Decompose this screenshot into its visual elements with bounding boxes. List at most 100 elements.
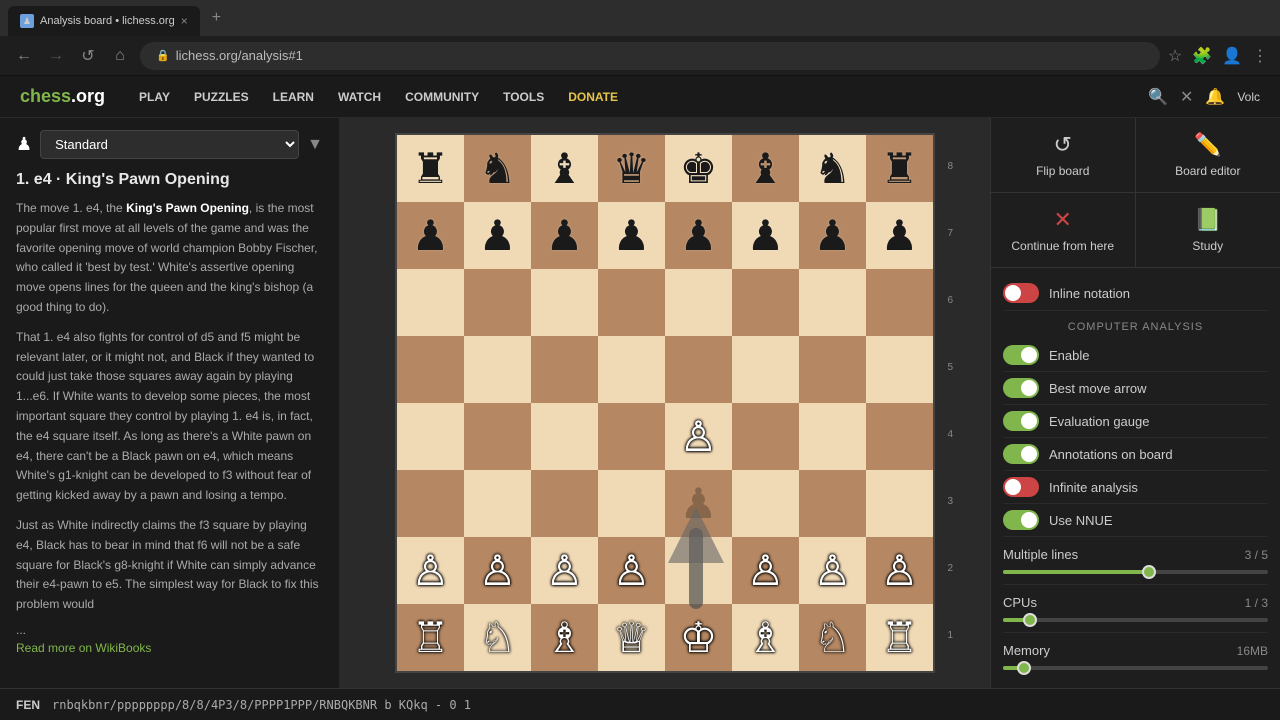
chess-board[interactable]: ♜♞♝♛♚♝♞♜♟♟♟♟♟♟♟♟♙♟♙♙♙♙♙♙♙♖♘♗♕♔♗♘♖ <box>395 133 935 673</box>
chess-square[interactable]: ♙ <box>464 537 531 604</box>
chess-square[interactable] <box>799 269 866 336</box>
infinite-toggle[interactable] <box>1003 477 1039 497</box>
chess-square[interactable]: ♟ <box>866 202 933 269</box>
new-tab-button[interactable]: + <box>204 5 229 31</box>
chess-square[interactable] <box>531 403 598 470</box>
board-editor-button[interactable]: ✏️ Board editor <box>1136 118 1280 192</box>
chess-square[interactable] <box>665 336 732 403</box>
nav-puzzles[interactable]: PUZZLES <box>184 85 259 109</box>
best-move-toggle[interactable] <box>1003 378 1039 398</box>
chess-square[interactable]: ♙ <box>598 537 665 604</box>
notification-icon[interactable]: 🔔 <box>1205 87 1225 107</box>
chess-square[interactable] <box>665 537 732 604</box>
chess-square[interactable] <box>598 403 665 470</box>
chess-square[interactable]: ♟ <box>665 470 732 537</box>
chess-square[interactable]: ♖ <box>866 604 933 671</box>
read-more-link[interactable]: Read more on WikiBooks <box>16 641 323 655</box>
study-button[interactable]: 📗 Study <box>1136 192 1280 267</box>
chess-square[interactable]: ♗ <box>732 604 799 671</box>
chess-square[interactable]: ♙ <box>866 537 933 604</box>
chess-square[interactable] <box>732 269 799 336</box>
chess-square[interactable]: ♙ <box>665 403 732 470</box>
chess-square[interactable]: ♞ <box>464 135 531 202</box>
chess-square[interactable] <box>866 336 933 403</box>
chess-square[interactable] <box>531 269 598 336</box>
chess-square[interactable] <box>866 403 933 470</box>
chess-square[interactable] <box>866 470 933 537</box>
chess-square[interactable]: ♜ <box>397 135 464 202</box>
nnue-toggle[interactable] <box>1003 510 1039 530</box>
chess-square[interactable] <box>732 470 799 537</box>
chess-square[interactable] <box>464 403 531 470</box>
chess-square[interactable] <box>598 336 665 403</box>
inline-notation-toggle[interactable] <box>1003 283 1039 303</box>
chess-square[interactable] <box>397 269 464 336</box>
chess-logo[interactable]: chess.org <box>20 86 105 107</box>
chess-square[interactable] <box>732 336 799 403</box>
chess-square[interactable]: ♘ <box>799 604 866 671</box>
chess-square[interactable]: ♕ <box>598 604 665 671</box>
chess-square[interactable]: ♟ <box>799 202 866 269</box>
chess-square[interactable]: ♔ <box>665 604 732 671</box>
flip-board-button[interactable]: ↺ Flip board <box>991 118 1136 192</box>
search-icon[interactable]: 🔍 <box>1148 87 1168 107</box>
chess-square[interactable] <box>531 470 598 537</box>
cpus-thumb[interactable] <box>1023 613 1037 627</box>
chess-square[interactable]: ♙ <box>732 537 799 604</box>
memory-thumb[interactable] <box>1017 661 1031 675</box>
chess-square[interactable] <box>464 470 531 537</box>
chess-square[interactable] <box>799 336 866 403</box>
enable-toggle[interactable] <box>1003 345 1039 365</box>
chess-square[interactable] <box>397 403 464 470</box>
chess-square[interactable]: ♙ <box>397 537 464 604</box>
tab-close-btn[interactable]: × <box>181 14 188 28</box>
chess-square[interactable]: ♗ <box>531 604 598 671</box>
nav-learn[interactable]: LEARN <box>263 85 324 109</box>
refresh-button[interactable]: ↺ <box>76 46 100 66</box>
annotations-toggle[interactable] <box>1003 444 1039 464</box>
chess-square[interactable]: ♟ <box>665 202 732 269</box>
chess-square[interactable]: ♙ <box>799 537 866 604</box>
menu-button[interactable]: ⋮ <box>1252 46 1268 66</box>
chess-square[interactable] <box>397 470 464 537</box>
close-icon[interactable]: ✕ <box>1180 87 1193 107</box>
chess-square[interactable]: ♟ <box>464 202 531 269</box>
chess-square[interactable]: ♟ <box>397 202 464 269</box>
forward-button[interactable]: → <box>44 47 68 65</box>
browser-tab[interactable]: ♟ Analysis board • lichess.org × <box>8 6 200 36</box>
chess-square[interactable]: ♞ <box>799 135 866 202</box>
chess-square[interactable]: ♙ <box>531 537 598 604</box>
profile-button[interactable]: 👤 <box>1222 46 1242 66</box>
eval-gauge-toggle[interactable] <box>1003 411 1039 431</box>
chess-square[interactable]: ♜ <box>866 135 933 202</box>
chess-square[interactable] <box>598 269 665 336</box>
bookmark-button[interactable]: ☆ <box>1168 46 1182 66</box>
chess-square[interactable]: ♘ <box>464 604 531 671</box>
fen-value[interactable]: rnbqkbnr/pppppppp/8/8/4P3/8/PPPP1PPP/RNB… <box>52 698 471 712</box>
continue-from-here-button[interactable]: ✕ Continue from here <box>991 192 1136 267</box>
chess-square[interactable] <box>397 336 464 403</box>
chess-square[interactable] <box>866 269 933 336</box>
chess-square[interactable]: ♝ <box>732 135 799 202</box>
chess-square[interactable] <box>531 336 598 403</box>
address-bar[interactable]: 🔒 lichess.org/analysis#1 <box>140 42 1160 70</box>
chess-square[interactable]: ♟ <box>598 202 665 269</box>
opening-type-select[interactable]: Standard <box>40 130 299 159</box>
chess-square[interactable] <box>799 403 866 470</box>
selector-dropdown-icon[interactable]: ▼ <box>307 136 323 154</box>
chess-square[interactable]: ♝ <box>531 135 598 202</box>
chess-square[interactable]: ♖ <box>397 604 464 671</box>
chess-square[interactable]: ♛ <box>598 135 665 202</box>
chess-square[interactable] <box>598 470 665 537</box>
nav-donate[interactable]: DONATE <box>558 85 628 109</box>
chess-square[interactable]: ♚ <box>665 135 732 202</box>
back-button[interactable]: ← <box>12 47 36 65</box>
nav-play[interactable]: PLAY <box>129 85 180 109</box>
home-button[interactable]: ⌂ <box>108 47 132 65</box>
chess-square[interactable] <box>464 336 531 403</box>
chess-square[interactable] <box>464 269 531 336</box>
multiple-lines-thumb[interactable] <box>1142 565 1156 579</box>
nav-tools[interactable]: TOOLS <box>493 85 554 109</box>
chess-square[interactable]: ♟ <box>732 202 799 269</box>
nav-community[interactable]: COMMUNITY <box>395 85 489 109</box>
